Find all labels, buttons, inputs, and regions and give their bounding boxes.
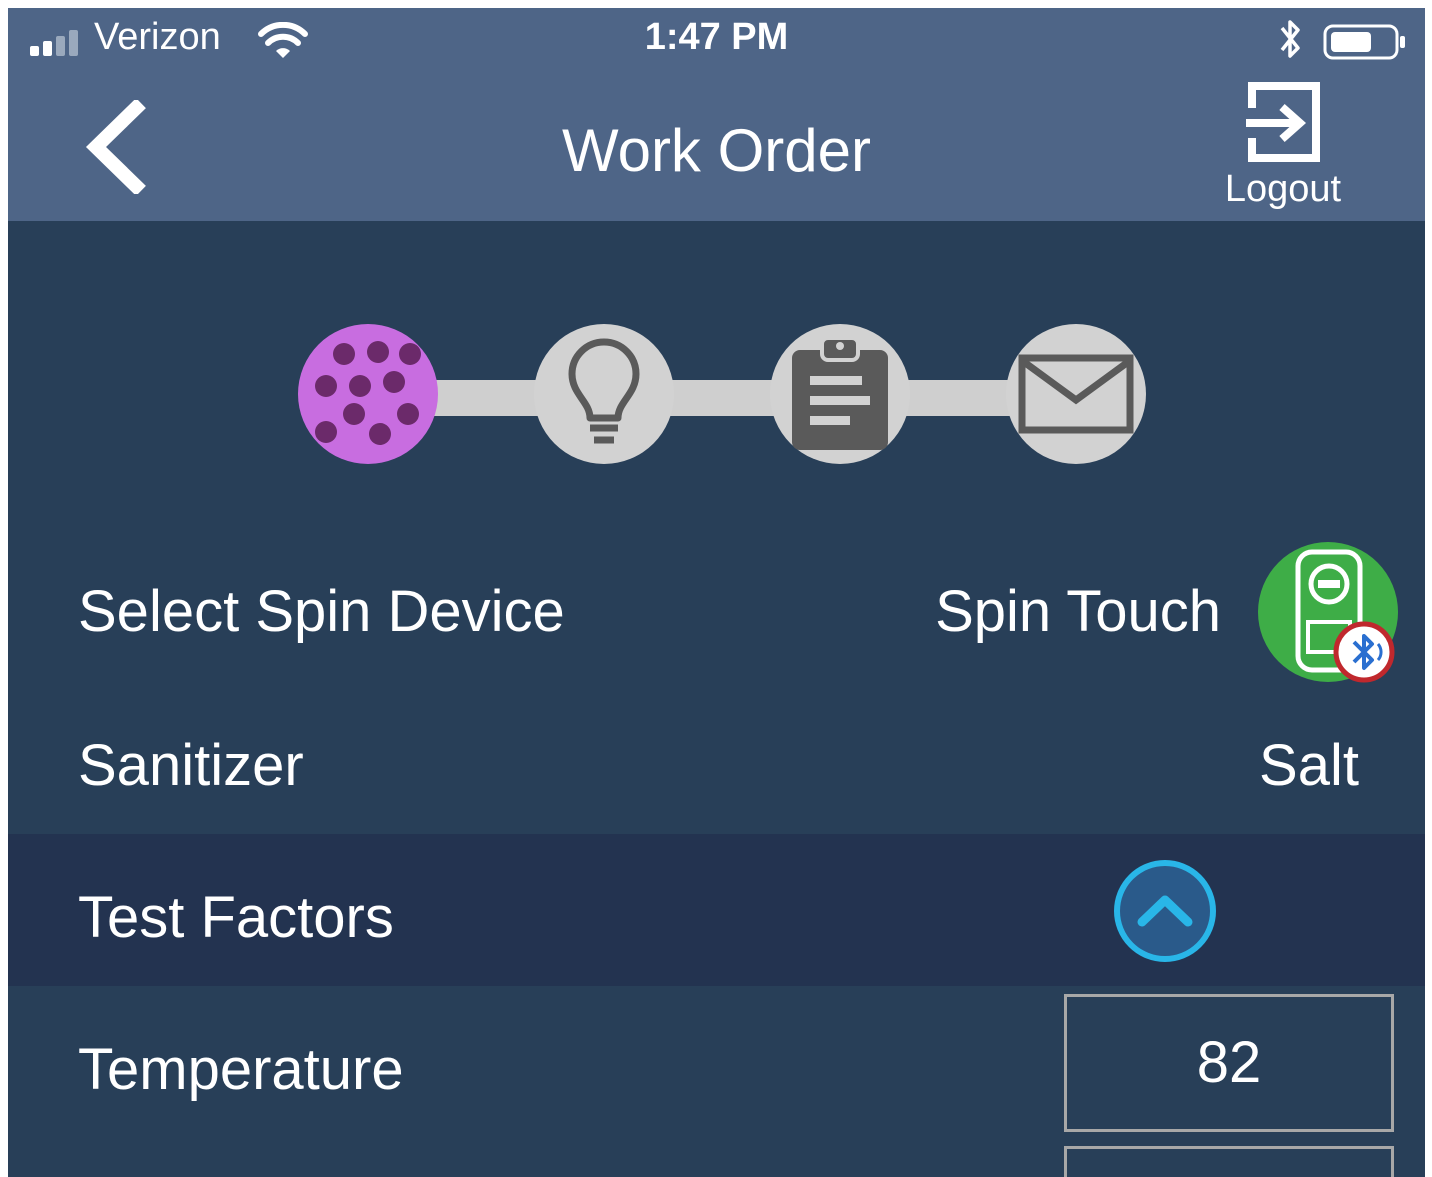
top-bar: Verizon 1:47 PM Work Order Logout — [8, 8, 1425, 221]
sanitizer-value: Salt — [1259, 733, 1359, 798]
spin-device-row[interactable]: Select Spin Device Spin Touch — [8, 578, 1425, 668]
workflow-stepper — [298, 324, 1148, 474]
status-bar: Verizon 1:47 PM — [8, 8, 1425, 68]
logout-button[interactable]: Logout — [1208, 80, 1358, 216]
stepper-connector — [358, 380, 1098, 416]
battery-icon — [1323, 24, 1405, 60]
next-factor-input[interactable] — [1064, 1146, 1394, 1177]
status-time: 1:47 PM — [644, 16, 789, 58]
spin-device-label: Select Spin Device — [78, 579, 565, 644]
lightbulb-icon — [568, 338, 640, 444]
sanitizer-label: Sanitizer — [78, 733, 304, 798]
app-screen: Verizon 1:47 PM Work Order Logout Select… — [8, 8, 1425, 1177]
temperature-label: Temperature — [78, 1037, 404, 1102]
test-factors-header[interactable]: Test Factors — [8, 834, 1425, 986]
step-test[interactable] — [298, 324, 438, 464]
temperature-input[interactable]: 82 — [1064, 994, 1394, 1132]
sanitizer-row[interactable]: Sanitizer Salt — [8, 732, 1425, 812]
spin-touch-bluetooth-icon[interactable] — [1256, 540, 1406, 690]
clipboard-icon — [792, 336, 888, 450]
step-report[interactable] — [770, 324, 910, 464]
step-recommendation[interactable] — [534, 324, 674, 464]
logout-label: Logout — [1224, 168, 1342, 210]
bluetooth-icon — [1280, 20, 1300, 58]
test-dots-icon — [315, 341, 421, 445]
chevron-up-icon[interactable] — [1112, 858, 1218, 964]
test-factors-title: Test Factors — [78, 885, 394, 950]
step-email[interactable] — [1006, 324, 1146, 464]
spin-device-value: Spin Touch — [935, 579, 1221, 644]
logout-icon — [1246, 82, 1320, 162]
envelope-icon — [1018, 354, 1134, 434]
